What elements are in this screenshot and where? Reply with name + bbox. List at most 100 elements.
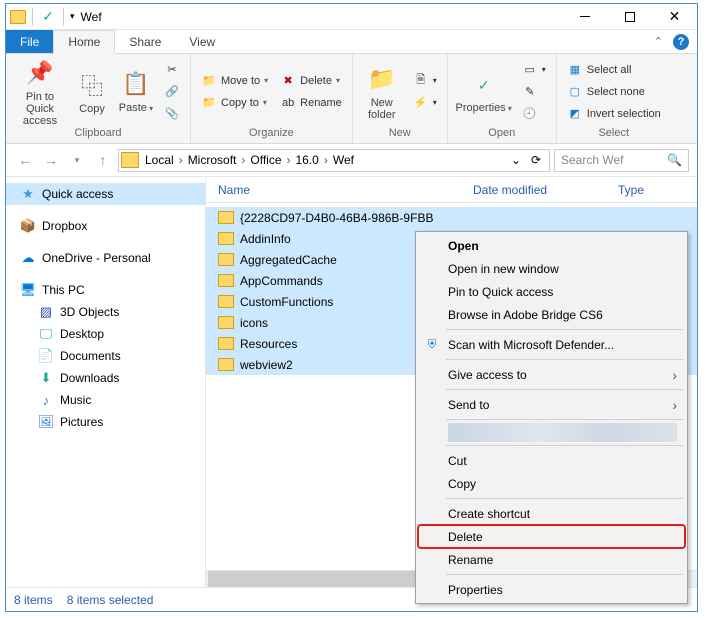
delete-button[interactable]: ✖Delete [276,70,346,92]
breadcrumb[interactable]: Local Microsoft Office 16.0 Wef ⌄ ⟳ [118,149,550,172]
edit-button[interactable]: ✎ [518,81,550,103]
sidebar-item-music[interactable]: ♪Music [6,389,205,411]
ctx-create-shortcut[interactable]: Create shortcut [418,502,685,525]
column-name[interactable]: Name [218,183,473,197]
ctx-opennew-label: Open in new window [448,262,559,276]
folder-icon [218,295,234,308]
pin-quickaccess-button[interactable]: 📌 Pin to Quick access [12,57,68,127]
invert-button[interactable]: ◩Invert selection [563,103,665,125]
breadcrumb-item[interactable]: Office [248,153,283,167]
ribbon-group-new: 📁 New folder 🗎▾ ⚡▾ New [353,54,448,143]
ctx-properties[interactable]: Properties [418,578,685,601]
ctx-copy[interactable]: Copy [418,472,685,495]
sidebar-item-pictures[interactable]: 🖼Pictures [6,411,205,433]
ctx-open[interactable]: Open [418,234,685,257]
divider [63,8,64,26]
ctx-send-to[interactable]: Send to [418,393,685,416]
sidebar-item-downloads[interactable]: ⬇Downloads [6,367,205,389]
open-group-label: Open [454,127,550,141]
paste-icon: 📋 [120,68,152,100]
copyto-label: Copy to [221,97,259,109]
sidebar-item-dropbox[interactable]: 📦Dropbox [6,215,205,237]
copy-button[interactable]: ⿻ Copy [72,69,112,115]
rename-button[interactable]: abRename [276,92,346,114]
copyto-button[interactable]: 📁Copy to [197,92,272,114]
column-type[interactable]: Type [618,183,644,197]
tab-file[interactable]: File [6,30,53,53]
search-input[interactable]: Search Wef 🔍 [554,149,689,172]
shortcut-icon: 📎 [164,106,180,122]
ctx-pinquick-label: Pin to Quick access [448,285,553,299]
documents-icon: 📄 [38,348,54,364]
breadcrumb-item[interactable]: Microsoft [186,153,239,167]
search-placeholder: Search Wef [561,153,623,167]
ctx-open-new-window[interactable]: Open in new window [418,257,685,280]
sidebar-item-quickaccess[interactable]: ★Quick access [6,183,205,205]
breadcrumb-folder-icon [121,152,139,168]
column-date[interactable]: Date modified [473,183,618,197]
collapse-ribbon-icon[interactable]: ⌃ [654,35,663,48]
refresh-button[interactable]: ⟳ [525,153,547,167]
easy-access-button[interactable]: ⚡▾ [409,92,441,114]
close-button[interactable]: ✕ [652,4,697,29]
ctx-adobe-bridge[interactable]: Browse in Adobe Bridge CS6 [418,303,685,326]
moveto-label: Move to [221,75,260,87]
open-button[interactable]: ▭▾ [518,59,550,81]
pin-label: Pin to Quick access [12,91,68,127]
cut-button[interactable]: ✂ [160,59,184,81]
breadcrumb-item[interactable]: Wef [331,153,356,167]
help-icon[interactable]: ? [673,34,689,50]
documents-label: Documents [60,349,121,363]
ribbon-group-open: Properties ▭▾ ✎ 🕘 Open [448,54,557,143]
invert-icon: ◩ [567,106,583,122]
paste-button[interactable]: 📋 Paste [116,68,156,115]
sidebar-item-thispc[interactable]: 🖥This PC [6,279,205,301]
up-button[interactable]: ↑ [92,149,114,171]
new-item-button[interactable]: 🗎▾ [409,70,441,92]
ctx-cut[interactable]: Cut [418,449,685,472]
ctx-delete[interactable]: Delete [418,525,685,548]
ctx-rename[interactable]: Rename [418,548,685,571]
history-button[interactable]: 🕘 [518,103,550,125]
sidebar-item-documents[interactable]: 📄 Documents [6,345,205,367]
file-item[interactable]: {2228CD97-D4B0-46B4-986B-9FBB [206,207,697,228]
ribbon: 📌 Pin to Quick access ⿻ Copy 📋 Paste ✂ 🔗… [6,54,697,144]
organize-group-label: Organize [197,127,346,141]
breadcrumb-dropdown-icon[interactable]: ⌄ [507,153,525,167]
objects-label: 3D Objects [60,305,119,319]
sidebar-item-3dobjects[interactable]: ▨3D Objects [6,301,205,323]
selectall-icon: ▦ [567,62,583,78]
newfolder-button[interactable]: 📁 New folder [359,63,405,121]
selectnone-button[interactable]: ▢Select none [563,81,665,103]
sidebar-item-desktop[interactable]: 🖵Desktop [6,323,205,345]
folder-icon [218,211,234,224]
breadcrumb-item[interactable]: 16.0 [294,153,321,167]
sidebar-item-onedrive[interactable]: ☁OneDrive - Personal [6,247,205,269]
selectall-label: Select all [587,64,632,76]
tab-view[interactable]: View [175,30,229,53]
recent-button[interactable]: ▾ [66,149,88,171]
properties-button[interactable]: Properties [454,68,514,115]
selectall-button[interactable]: ▦ Select all [563,59,665,81]
ctx-defender-label: Scan with Microsoft Defender... [448,338,614,352]
ctx-pin-quickaccess[interactable]: Pin to Quick access [418,280,685,303]
ctx-give-access[interactable]: Give access to [418,363,685,386]
moveto-button[interactable]: 📁Move to [197,70,272,92]
ctx-defender-scan[interactable]: ⛨Scan with Microsoft Defender... [418,333,685,356]
copy-path-button[interactable]: 🔗 [160,81,184,103]
window-title: Wef [75,10,562,24]
onedrive-icon: ☁ [20,250,36,266]
minimize-button[interactable] [562,4,607,29]
paste-shortcut-button[interactable]: 📎 [160,103,184,125]
ctx-separator [446,574,683,575]
rename-label: Rename [300,97,342,109]
forward-button[interactable]: → [40,149,62,171]
breadcrumb-item[interactable]: Local [143,153,176,167]
tab-share[interactable]: Share [115,30,175,53]
tab-home[interactable]: Home [53,30,115,54]
ctx-redacted-item[interactable] [448,423,677,442]
qat-properties-icon[interactable] [39,8,57,26]
ctx-separator [446,445,683,446]
back-button[interactable]: ← [14,149,36,171]
maximize-button[interactable] [607,4,652,29]
